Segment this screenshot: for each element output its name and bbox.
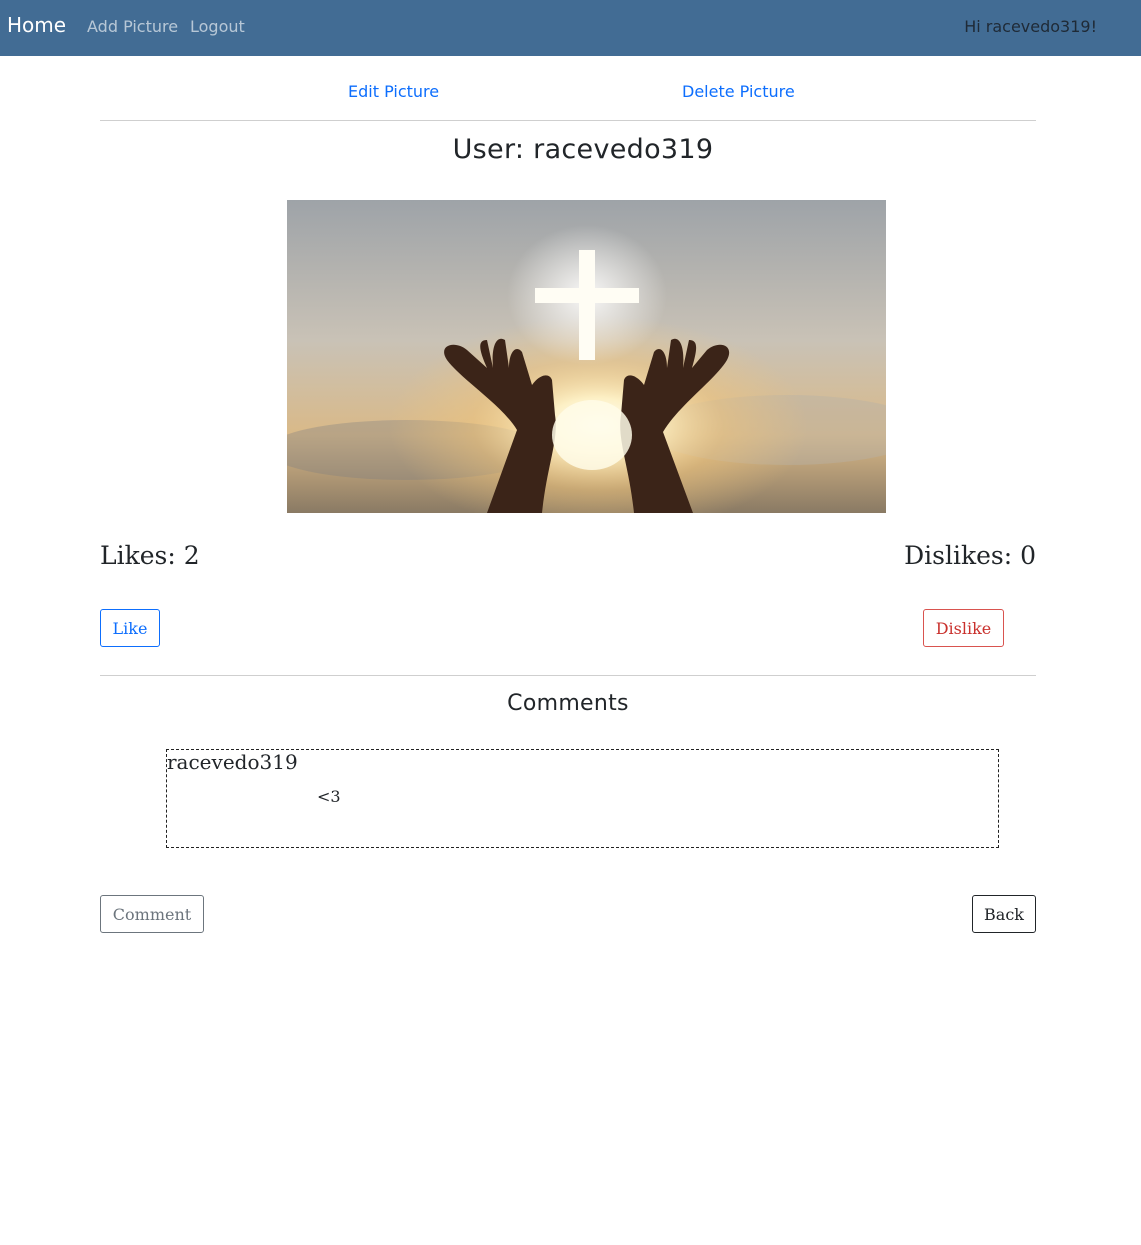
dislikes-count: Dislikes: 0 xyxy=(904,541,1036,570)
comment-item: racevedo319 <3 xyxy=(166,749,999,848)
nav-logout-link[interactable]: Logout xyxy=(190,17,245,36)
back-button[interactable]: Back xyxy=(972,895,1036,933)
comment-author: racevedo319 xyxy=(167,750,298,774)
like-button[interactable]: Like xyxy=(100,609,160,647)
edit-picture-link[interactable]: Edit Picture xyxy=(348,82,439,101)
likes-count: Likes: 2 xyxy=(100,541,200,570)
delete-picture-link[interactable]: Delete Picture xyxy=(682,82,795,101)
divider xyxy=(100,675,1036,676)
picture-image xyxy=(287,200,886,513)
comment-text: <3 xyxy=(317,787,341,806)
dislike-button[interactable]: Dislike xyxy=(923,609,1004,647)
navbar: Home Add Picture Logout Hi racevedo319! xyxy=(0,0,1141,56)
comment-button[interactable]: Comment xyxy=(100,895,204,933)
page-title: User: racevedo319 xyxy=(452,134,714,165)
divider xyxy=(100,120,1036,121)
nav-home-link[interactable]: Home xyxy=(7,13,66,37)
hands-cross-image-icon xyxy=(287,200,886,513)
nav-add-picture-link[interactable]: Add Picture xyxy=(87,17,178,36)
comments-heading: Comments xyxy=(507,691,629,716)
user-greeting: Hi racevedo319! xyxy=(964,17,1097,36)
